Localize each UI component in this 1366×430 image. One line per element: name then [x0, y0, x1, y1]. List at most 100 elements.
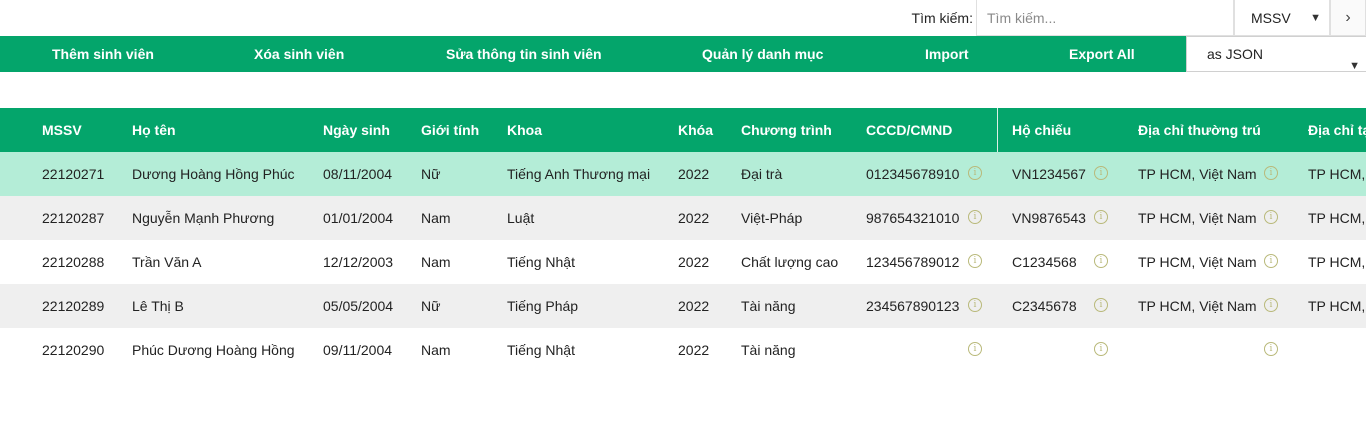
- export-format-value: as JSON: [1207, 46, 1264, 62]
- column-header-gender[interactable]: Giới tính: [421, 108, 479, 152]
- cell-mssv: 22120289: [42, 298, 105, 314]
- add-student-button[interactable]: Thêm sinh viên: [52, 36, 154, 72]
- cell-name: Phúc Dương Hoàng Hồng: [132, 342, 295, 358]
- cell-temporary-address: TP HCM,: [1308, 254, 1366, 270]
- table-header: MSSV Họ tên Ngày sinh Giới tính Khoa Khó…: [0, 108, 1366, 152]
- info-icon[interactable]: i: [968, 166, 982, 180]
- cell-dob: 09/11/2004: [323, 342, 393, 358]
- table-body: 22120271 Dương Hoàng Hồng Phúc 08/11/2004 N…: [0, 152, 1366, 372]
- search-field-select[interactable]: MSSV ▼: [1234, 0, 1330, 36]
- info-icon[interactable]: i: [1264, 254, 1278, 268]
- cell-id-card: 012345678910: [866, 166, 960, 182]
- cell-gender: Nữ: [421, 298, 441, 314]
- info-icon[interactable]: i: [968, 210, 982, 224]
- search-field-value: MSSV: [1251, 9, 1291, 26]
- cell-permanent-address: TP HCM, Việt Nam: [1138, 210, 1257, 226]
- cell-passport: VN9876543: [1012, 210, 1086, 226]
- cell-dob: 05/05/2004: [323, 298, 394, 314]
- cell-mssv: 22120288: [42, 254, 105, 270]
- cell-permanent-address: TP HCM, Việt Nam: [1138, 254, 1257, 270]
- cell-gender: Nam: [421, 210, 451, 226]
- cell-gender: Nam: [421, 342, 451, 358]
- manage-categories-button[interactable]: Quản lý danh mục: [702, 36, 823, 72]
- cell-cohort: 2022: [678, 254, 710, 270]
- column-header-program[interactable]: Chương trình: [741, 108, 832, 152]
- column-header-passport[interactable]: Hộ chiếu: [1012, 108, 1071, 152]
- cell-faculty: Tiếng Nhật: [507, 342, 575, 358]
- column-header-id-card[interactable]: CCCD/CMND: [866, 108, 952, 152]
- cell-cohort: 2022: [678, 166, 710, 182]
- cell-dob: 01/01/2004: [323, 210, 394, 226]
- cell-program: Việt-Pháp: [741, 210, 803, 226]
- cell-name: Dương Hoàng Hồng Phúc: [132, 166, 295, 182]
- cell-program: Tài năng: [741, 298, 796, 314]
- info-icon[interactable]: i: [1264, 166, 1278, 180]
- column-header-temporary-address[interactable]: Địa chỉ tạ: [1308, 108, 1366, 152]
- search-input[interactable]: [976, 0, 1234, 36]
- info-icon[interactable]: i: [1094, 298, 1108, 312]
- cell-program: Tài năng: [741, 342, 796, 358]
- cell-mssv: 22120287: [42, 210, 105, 226]
- cell-dob: 12/12/2003: [323, 254, 394, 270]
- table-row[interactable]: 22120290 Phúc Dương Hoàng Hồng 09/11/2004 N…: [0, 328, 1366, 372]
- table-row[interactable]: 22120288 Trần Văn A 12/12/2003 Nam Tiếng Nhậ…: [0, 240, 1366, 284]
- cell-gender: Nữ: [421, 166, 441, 182]
- column-divider: [997, 108, 998, 152]
- chevron-right-icon: ›: [1345, 8, 1351, 26]
- cell-permanent-address: TP HCM, Việt Nam: [1138, 166, 1257, 182]
- info-icon[interactable]: i: [968, 342, 982, 356]
- cell-temporary-address: TP HCM,: [1308, 298, 1366, 314]
- table-row[interactable]: 22120287 Nguyễn Mạnh Phương 01/01/2004 Nam L…: [0, 196, 1366, 240]
- cell-gender: Nam: [421, 254, 451, 270]
- cell-passport: C2345678: [1012, 298, 1077, 314]
- cell-id-card: 987654321010: [866, 210, 960, 226]
- info-icon[interactable]: i: [1264, 210, 1278, 224]
- cell-passport: C1234568: [1012, 254, 1077, 270]
- column-header-dob[interactable]: Ngày sinh: [323, 108, 390, 152]
- info-icon[interactable]: i: [968, 254, 982, 268]
- edit-student-button[interactable]: Sửa thông tin sinh viên: [446, 36, 602, 72]
- cell-cohort: 2022: [678, 298, 710, 314]
- column-header-cohort[interactable]: Khóa: [678, 108, 713, 152]
- export-format-select[interactable]: as JSON ▼: [1186, 36, 1366, 72]
- search-label: Tìm kiếm:: [911, 10, 973, 26]
- next-button[interactable]: ›: [1330, 0, 1366, 36]
- cell-id-card: 123456789012: [866, 254, 960, 270]
- cell-passport: VN1234567: [1012, 166, 1086, 182]
- cell-temporary-address: TP HCM,: [1308, 210, 1366, 226]
- cell-name: Nguyễn Mạnh Phương: [132, 210, 275, 226]
- student-table: MSSV Họ tên Ngày sinh Giới tính Khoa Khó…: [0, 108, 1366, 372]
- chevron-down-icon: ▼: [1349, 60, 1360, 72]
- column-header-mssv[interactable]: MSSV: [42, 108, 82, 152]
- info-icon[interactable]: i: [1264, 298, 1278, 312]
- cell-program: Chất lượng cao: [741, 254, 839, 270]
- table-row[interactable]: 22120289 Lê Thị B 05/05/2004 Nữ Tiếng Pháp 20…: [0, 284, 1366, 328]
- cell-faculty: Tiếng Pháp: [507, 298, 579, 314]
- info-icon[interactable]: i: [1094, 210, 1108, 224]
- cell-faculty: Tiếng Anh Thương mại: [507, 166, 651, 182]
- export-all-button[interactable]: Export All: [1069, 36, 1135, 72]
- cell-temporary-address: TP HCM,: [1308, 166, 1366, 182]
- cell-mssv: 22120290: [42, 342, 105, 358]
- info-icon[interactable]: i: [1094, 166, 1108, 180]
- column-header-faculty[interactable]: Khoa: [507, 108, 542, 152]
- info-icon[interactable]: i: [968, 298, 982, 312]
- info-icon[interactable]: i: [1094, 342, 1108, 356]
- cell-id-card: 234567890123: [866, 298, 960, 314]
- delete-student-button[interactable]: Xóa sinh viên: [254, 36, 344, 72]
- column-header-permanent-address[interactable]: Địa chỉ thường trú: [1138, 108, 1261, 152]
- chevron-down-icon: ▼: [1310, 12, 1321, 24]
- cell-name: Lê Thị B: [132, 298, 184, 314]
- cell-faculty: Luật: [507, 210, 535, 226]
- column-header-name[interactable]: Họ tên: [132, 108, 176, 152]
- import-button[interactable]: Import: [925, 36, 969, 72]
- info-icon[interactable]: i: [1264, 342, 1278, 356]
- cell-mssv: 22120271: [42, 166, 105, 182]
- cell-name: Trần Văn A: [132, 254, 202, 270]
- cell-program: Đại trà: [741, 166, 783, 182]
- cell-permanent-address: TP HCM, Việt Nam: [1138, 298, 1257, 314]
- cell-dob: 08/11/2004: [323, 166, 393, 182]
- cell-cohort: 2022: [678, 342, 710, 358]
- info-icon[interactable]: i: [1094, 254, 1108, 268]
- table-row[interactable]: 22120271 Dương Hoàng Hồng Phúc 08/11/2004 N…: [0, 152, 1366, 196]
